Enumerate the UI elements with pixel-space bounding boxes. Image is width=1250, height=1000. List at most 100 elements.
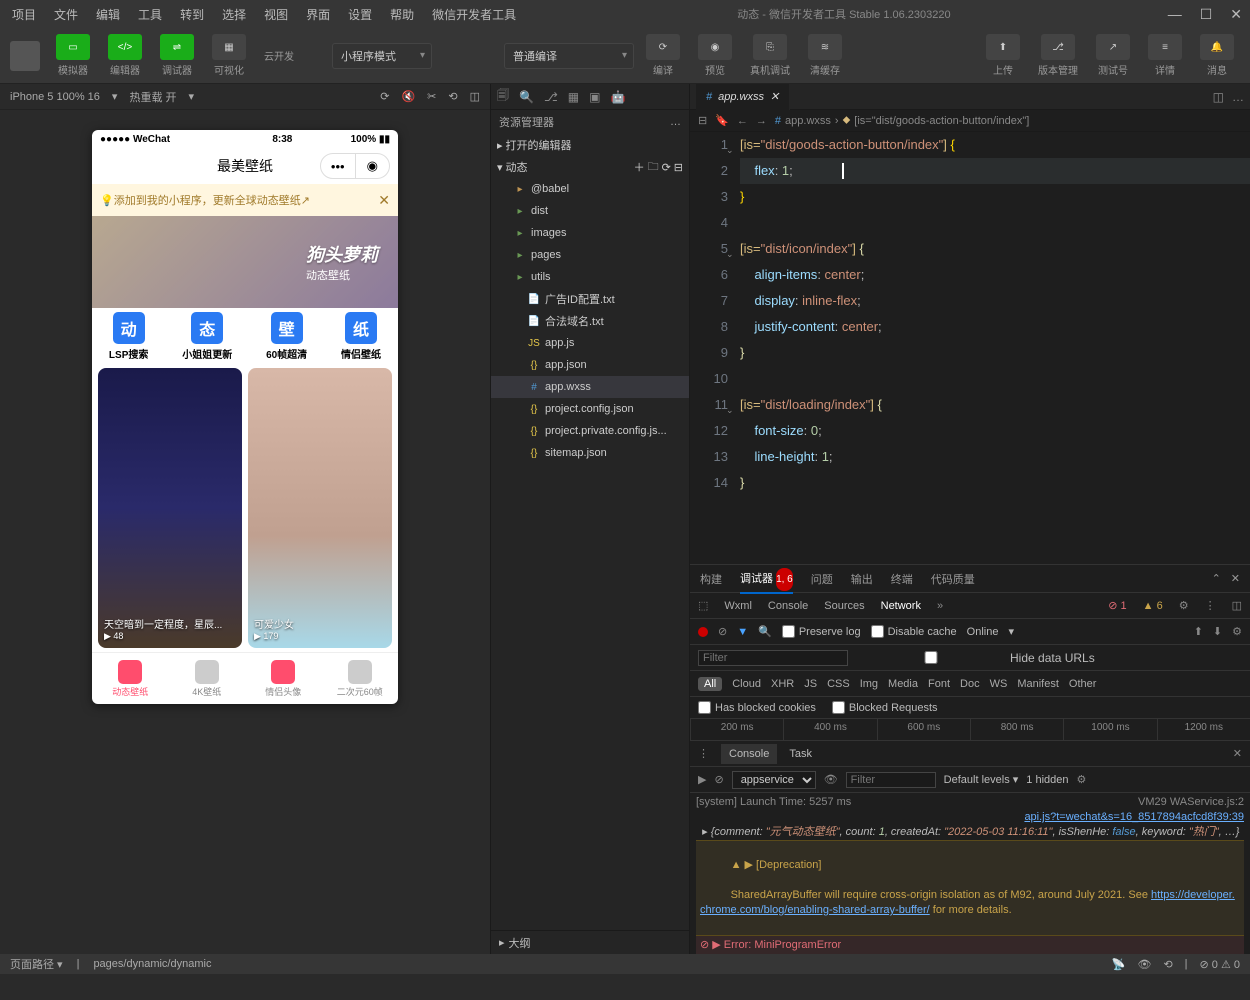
cloud-dev-button[interactable]: 云开发	[264, 48, 294, 63]
forward-icon[interactable]: →	[756, 115, 767, 127]
gear-icon[interactable]: ⚙	[1179, 599, 1189, 612]
panel-tab[interactable]: 终端	[891, 565, 913, 593]
tree-node[interactable]: ▸dist	[491, 200, 689, 222]
minimize-icon[interactable]: —	[1168, 6, 1182, 23]
test-button[interactable]: ↗	[1096, 34, 1130, 60]
blocked-requests-checkbox[interactable]: Blocked Requests	[832, 701, 938, 714]
file-tab[interactable]: #app.wxss✕	[696, 84, 790, 110]
reload-icon[interactable]: ⟳	[662, 161, 671, 174]
tree-node[interactable]: ▸pages	[491, 244, 689, 266]
close-panel-icon[interactable]: ✕	[1231, 566, 1240, 591]
breadcrumb[interactable]: #app.wxss› ⬥[is="dist/goods-action-butto…	[775, 114, 1029, 127]
pop-icon[interactable]: ◫	[470, 90, 480, 103]
outline-section[interactable]: ▸大纲	[491, 930, 689, 954]
chevron-up-icon[interactable]: ⌃	[1212, 566, 1221, 591]
tree-node[interactable]: 📄合法域名.txt	[491, 310, 689, 332]
code-editor[interactable]: 1234567891011121314 ⌄[is="dist/goods-act…	[690, 132, 1250, 564]
debug-icon[interactable]: ▣	[589, 90, 600, 104]
problems-count[interactable]: ⊘ 0 ⚠ 0	[1200, 958, 1240, 971]
editor-button[interactable]: </>	[108, 34, 142, 60]
upload-button[interactable]: ⬆	[986, 34, 1020, 60]
new-folder-icon[interactable]: 🗀	[648, 158, 659, 177]
open-editors-section[interactable]: ▸打开的编辑器	[491, 134, 689, 156]
gear-icon[interactable]: ⚙	[1077, 773, 1087, 786]
simulator-button[interactable]: ▭	[56, 34, 90, 60]
tree-node[interactable]: #app.wxss	[491, 376, 689, 398]
filter-input[interactable]	[698, 650, 848, 666]
hot-reload-label[interactable]: 热重载 开	[129, 89, 176, 105]
bookmark-icon[interactable]: 🔖	[715, 114, 729, 127]
branch-icon[interactable]: ⎇	[544, 90, 558, 104]
filter-type[interactable]: All	[698, 677, 722, 691]
filter-type[interactable]: XHR	[771, 678, 794, 690]
page-path-dropdown[interactable]: 页面路径 ▾	[10, 956, 63, 972]
compile-dropdown[interactable]: 普通编译	[504, 43, 634, 69]
device-label[interactable]: iPhone 5 100% 16	[10, 91, 100, 103]
menu-item[interactable]: 编辑	[92, 4, 124, 25]
details-button[interactable]: ≡	[1148, 34, 1182, 60]
filter-type[interactable]: Other	[1069, 678, 1097, 690]
upload-icon[interactable]: ⬆	[1194, 625, 1203, 638]
menu-item[interactable]: 项目	[8, 4, 40, 25]
devtab[interactable]: Console	[768, 600, 808, 612]
drawer-tab[interactable]: Task	[789, 748, 812, 760]
filter-type[interactable]: Img	[860, 678, 878, 690]
tree-node[interactable]: {}project.private.config.js...	[491, 420, 689, 442]
context-dropdown[interactable]: appservice	[732, 771, 816, 789]
play-icon[interactable]: ▶	[698, 773, 706, 786]
tree-node[interactable]: {}project.config.json	[491, 398, 689, 420]
collapse-icon[interactable]: ⊟	[674, 161, 683, 174]
close-icon[interactable]: ✕	[1230, 6, 1242, 23]
tabbar-item[interactable]: 4K壁纸	[169, 653, 246, 704]
panel-tab[interactable]: 构建	[700, 565, 722, 593]
tree-node[interactable]: ▸@babel	[491, 178, 689, 200]
close-tab-icon[interactable]: ✕	[770, 90, 779, 103]
search-icon[interactable]: 🔍	[758, 625, 772, 638]
filter-type[interactable]: WS	[990, 678, 1008, 690]
disable-cache-checkbox[interactable]: Disable cache	[871, 625, 957, 638]
wallpaper-card[interactable]: 可爱少女▶ 179	[248, 368, 392, 648]
filter-type[interactable]: Font	[928, 678, 950, 690]
devtab[interactable]: Sources	[824, 600, 864, 612]
robot-icon[interactable]: 🤖	[610, 90, 625, 104]
menu-item[interactable]: 选择	[218, 4, 250, 25]
quick-nav-item[interactable]: 动LSP搜索	[109, 312, 148, 361]
gear-icon[interactable]: ⚙	[1232, 625, 1242, 638]
quick-nav-item[interactable]: 壁60帧超清	[266, 312, 307, 361]
console-output[interactable]: [system] Launch Time: 5257 msVM29 WAServ…	[690, 793, 1250, 954]
menu-item[interactable]: 设置	[344, 4, 376, 25]
ext-icon[interactable]: ▦	[568, 90, 579, 104]
menu-item[interactable]: 文件	[50, 4, 82, 25]
menu-item[interactable]: 工具	[134, 4, 166, 25]
visual-button[interactable]: ▦	[212, 34, 246, 60]
hidden-count[interactable]: 1 hidden	[1026, 774, 1068, 786]
menu-item[interactable]: 帮助	[386, 4, 418, 25]
tabbar-item[interactable]: 动态壁纸	[92, 653, 169, 704]
clear-cache-button[interactable]: ≋	[808, 34, 842, 60]
panel-tab[interactable]: 调试器 1, 6	[740, 564, 793, 594]
tree-node[interactable]: 📄广告ID配置.txt	[491, 288, 689, 310]
maximize-icon[interactable]: ☐	[1200, 6, 1213, 23]
menu-item[interactable]: 视图	[260, 4, 292, 25]
broadcast-icon[interactable]: 📡	[1112, 958, 1126, 971]
new-file-icon[interactable]: ＋	[634, 159, 645, 175]
dock-icon[interactable]: ◫	[1232, 599, 1242, 612]
tree-node[interactable]: {}sitemap.json	[491, 442, 689, 464]
more-icon[interactable]: …	[1232, 90, 1244, 104]
ext-icon[interactable]: ⟲	[1163, 958, 1172, 971]
devtab[interactable]: Wxml	[724, 600, 752, 612]
menu-item[interactable]: 转到	[176, 4, 208, 25]
debugger-button[interactable]: ⇌	[160, 34, 194, 60]
remote-debug-button[interactable]: ⎘	[753, 34, 787, 60]
download-icon[interactable]: ⬇	[1213, 625, 1222, 638]
tip-banner[interactable]: 💡 添加到我的小程序，更新全球动态壁纸 ↗ ✕	[92, 184, 398, 216]
avatar[interactable]	[10, 41, 40, 71]
search-icon[interactable]: 🔍	[519, 90, 534, 104]
hide-urls-checkbox[interactable]: Hide data URLs	[856, 651, 1095, 665]
capsule[interactable]: •••◉	[320, 153, 390, 179]
console-filter-input[interactable]	[846, 772, 936, 788]
more-tabs-icon[interactable]: »	[937, 600, 943, 612]
menu-item[interactable]: 微信开发者工具	[428, 4, 520, 25]
filter-type[interactable]: Media	[888, 678, 918, 690]
eye-icon[interactable]: 👁	[1137, 958, 1151, 971]
